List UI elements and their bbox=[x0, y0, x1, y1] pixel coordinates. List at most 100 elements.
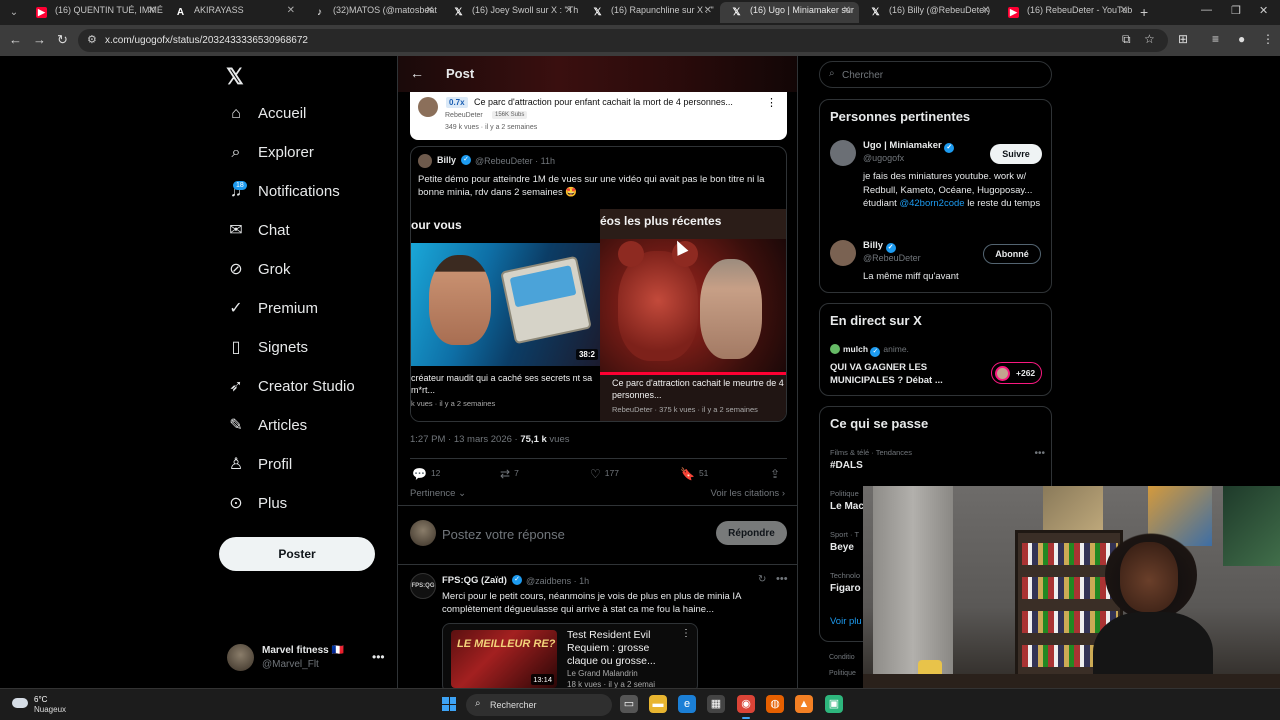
x-logo-icon[interactable]: 𝕏 bbox=[226, 64, 244, 90]
nav-item-notifications[interactable]: ♫ Notifications bbox=[226, 180, 396, 206]
browser-tab-active[interactable]: 𝕏 (16) Ugo | Miniamaker sur ✕ bbox=[720, 2, 859, 23]
nav-item-home[interactable]: ⌂ Accueil bbox=[226, 102, 396, 128]
reply-action[interactable]: 💬 12 bbox=[412, 467, 440, 481]
tab-title: (16) Rapunchline sur X : " bbox=[611, 5, 714, 15]
more-icon[interactable]: ••• bbox=[372, 650, 385, 664]
windows-start-icon[interactable] bbox=[442, 697, 456, 711]
nav-item-grok[interactable]: ⊘ Grok bbox=[226, 258, 396, 284]
nav-item-creator-studio[interactable]: ➶ Creator Studio bbox=[226, 375, 396, 401]
quoted-post-text: Petite démo pour atteindre 1M de vues su… bbox=[418, 174, 765, 198]
legal-link[interactable]: Politique bbox=[829, 670, 856, 677]
bookmark-action[interactable]: 🔖 51 bbox=[680, 467, 708, 481]
task-view-icon[interactable]: ▭ bbox=[620, 695, 638, 713]
close-icon[interactable]: ✕ bbox=[982, 5, 990, 16]
chrome-icon[interactable]: ◉ bbox=[737, 695, 755, 719]
kebab-menu-icon[interactable]: ⋮ bbox=[681, 628, 691, 639]
browser-tab[interactable]: A AKIRAYASS ✕ bbox=[164, 2, 303, 23]
show-more-link[interactable]: Voir plu bbox=[830, 616, 862, 627]
nav-item-more[interactable]: ⊙ Plus bbox=[226, 492, 396, 518]
view-quotes-link[interactable]: Voir les citations › bbox=[711, 488, 785, 499]
close-icon[interactable]: ✕ bbox=[148, 5, 156, 16]
site-info-icon[interactable]: ⚙ bbox=[87, 33, 97, 46]
nav-item-chat[interactable]: ✉ Chat bbox=[226, 219, 396, 245]
repost-action[interactable]: ⇄ 7 bbox=[500, 467, 519, 481]
nav-item-profile[interactable]: ♙ Profil bbox=[226, 453, 396, 479]
firefox-icon[interactable]: ◍ bbox=[766, 695, 784, 713]
reply-button[interactable]: Répondre bbox=[716, 521, 787, 545]
browser-tab[interactable]: 𝕏 (16) Joey Swoll sur X : "Th ✕ bbox=[442, 2, 581, 23]
close-icon[interactable]: ✕ bbox=[704, 5, 712, 16]
browser-tab[interactable]: ▶ (16) RebeuDeter - YouTub ✕ bbox=[997, 2, 1136, 23]
nav-item-premium[interactable]: ✓ Premium bbox=[226, 297, 396, 323]
extensions-icon[interactable]: ⊞ bbox=[1178, 32, 1188, 46]
browser-tab[interactable]: 𝕏 (16) Billy (@RebeuDeter) ✕ bbox=[859, 2, 998, 23]
back-icon[interactable]: ← bbox=[9, 32, 22, 47]
share-action[interactable]: ⇪ bbox=[770, 467, 784, 481]
nav-label: Creator Studio bbox=[258, 378, 355, 395]
address-bar[interactable]: ⚙ x.com/ugogofx/status/20324333365309686… bbox=[78, 29, 1168, 52]
install-icon[interactable]: ⧉ bbox=[1122, 32, 1131, 47]
reply-post[interactable]: FPS:QG FPS:QG (Zaïd) ✓ @zaidbens · 1h ↻ … bbox=[398, 565, 797, 688]
person-card[interactable]: Billy ✓ @RebeuDeter La même miff qu'avan… bbox=[830, 240, 1045, 284]
video-thumbnail-left[interactable]: our vous 38:2 créateur maudit qui a cach… bbox=[411, 209, 600, 421]
media-icon[interactable]: ≡ bbox=[1212, 32, 1219, 46]
browser-tab[interactable]: 𝕏 (16) Rapunchline sur X : " ✕ bbox=[581, 2, 720, 23]
close-icon[interactable]: ✕ bbox=[287, 5, 295, 16]
restore-icon[interactable]: ❐ bbox=[1231, 4, 1241, 17]
vlc-icon[interactable]: ▲ bbox=[795, 695, 813, 713]
following-button[interactable]: Abonné bbox=[983, 244, 1041, 264]
more-icon[interactable]: ••• bbox=[776, 573, 788, 585]
reload-icon[interactable]: ↻ bbox=[57, 32, 68, 48]
new-tab-icon[interactable]: + bbox=[1140, 4, 1148, 20]
trend-name: #DALS bbox=[830, 460, 863, 471]
bio-mention-link[interactable]: @42born2code bbox=[899, 198, 964, 209]
panel-title: Ce qui se passe bbox=[830, 416, 929, 431]
edge-icon[interactable]: e bbox=[678, 695, 696, 713]
close-icon[interactable]: ✕ bbox=[426, 5, 434, 16]
tab-search-icon[interactable]: ⌄ bbox=[6, 5, 22, 21]
live-listeners-pill[interactable]: +262 bbox=[991, 362, 1042, 384]
close-icon[interactable]: ✕ bbox=[565, 5, 573, 16]
nav-item-bookmarks[interactable]: ▯ Signets bbox=[226, 336, 396, 362]
embedded-video-card[interactable]: LE MEILLEUR RE? 13:14 Test Resident Evil… bbox=[442, 623, 698, 688]
like-action[interactable]: ♡ 177 bbox=[590, 467, 619, 481]
taskbar-search[interactable]: ⌕ Rechercher bbox=[466, 694, 612, 716]
more-icon[interactable]: ••• bbox=[1034, 448, 1045, 459]
grok-refresh-icon[interactable]: ↻ bbox=[758, 574, 766, 585]
window-close-icon[interactable]: ✕ bbox=[1259, 4, 1268, 17]
search-box[interactable]: ⌕ bbox=[819, 61, 1052, 88]
person-card[interactable]: Ugo | Miniamaker ✓ @ugogofx je fais des … bbox=[830, 140, 1045, 230]
trend-item[interactable]: Films & télé · Tendances #DALS ••• bbox=[830, 448, 1045, 471]
store-icon[interactable]: ▦ bbox=[707, 695, 725, 713]
back-arrow-icon[interactable]: ← bbox=[410, 65, 424, 81]
profile-icon[interactable]: ● bbox=[1238, 32, 1245, 46]
youtube-video-card[interactable]: 0.7x Ce parc d'attraction pour enfant ca… bbox=[410, 92, 787, 140]
bookmark-star-icon[interactable]: ☆ bbox=[1144, 32, 1155, 46]
video-duration: 38:2 bbox=[575, 349, 598, 360]
minimize-icon[interactable]: — bbox=[1201, 4, 1212, 16]
nav-item-articles[interactable]: ✎ Articles bbox=[226, 414, 396, 440]
reply-sort-dropdown[interactable]: Pertinence ⌄ bbox=[410, 488, 466, 499]
follow-button[interactable]: Suivre bbox=[990, 144, 1042, 164]
nav-item-explore[interactable]: ⌕ Explorer bbox=[226, 141, 396, 167]
app-icon[interactable]: ▣ bbox=[825, 695, 843, 713]
quoted-post[interactable]: Billy ✓ @RebeuDeter · 11h Petite démo po… bbox=[410, 146, 787, 422]
browser-tab[interactable]: ▶ (16) QUENTIN TUÉ, IMMÉ ✕ bbox=[25, 2, 164, 23]
kebab-menu-icon[interactable]: ⋮ bbox=[766, 96, 777, 109]
legal-link[interactable]: Conditio bbox=[829, 654, 855, 661]
search-input[interactable] bbox=[842, 67, 1042, 83]
live-host[interactable]: mulch ✓ anime. bbox=[830, 344, 909, 357]
file-explorer-icon[interactable]: ▬ bbox=[649, 695, 667, 713]
reply-input[interactable] bbox=[442, 524, 702, 544]
forward-icon[interactable]: → bbox=[33, 32, 46, 47]
close-icon[interactable]: ✕ bbox=[843, 5, 851, 16]
live-headline[interactable]: QUI VA GAGNER LES MUNICIPALES ? Débat ..… bbox=[830, 361, 960, 387]
account-switcher[interactable]: Marvel fitness 🇫🇷 @Marvel_Flt ••• bbox=[227, 644, 397, 674]
browser-tab[interactable]: ♪ (32)MATOS (@matosbeat ✕ bbox=[303, 2, 442, 23]
nav-label: Articles bbox=[258, 417, 308, 434]
video-thumbnail-right[interactable]: éos les plus récentes Ce parc d'attracti… bbox=[600, 209, 786, 421]
close-icon[interactable]: ✕ bbox=[1120, 5, 1128, 16]
browser-menu-icon[interactable]: ⋮ bbox=[1262, 32, 1274, 46]
account-handle: @Marvel_Flt bbox=[262, 659, 319, 670]
post-button[interactable]: Poster bbox=[219, 537, 375, 571]
